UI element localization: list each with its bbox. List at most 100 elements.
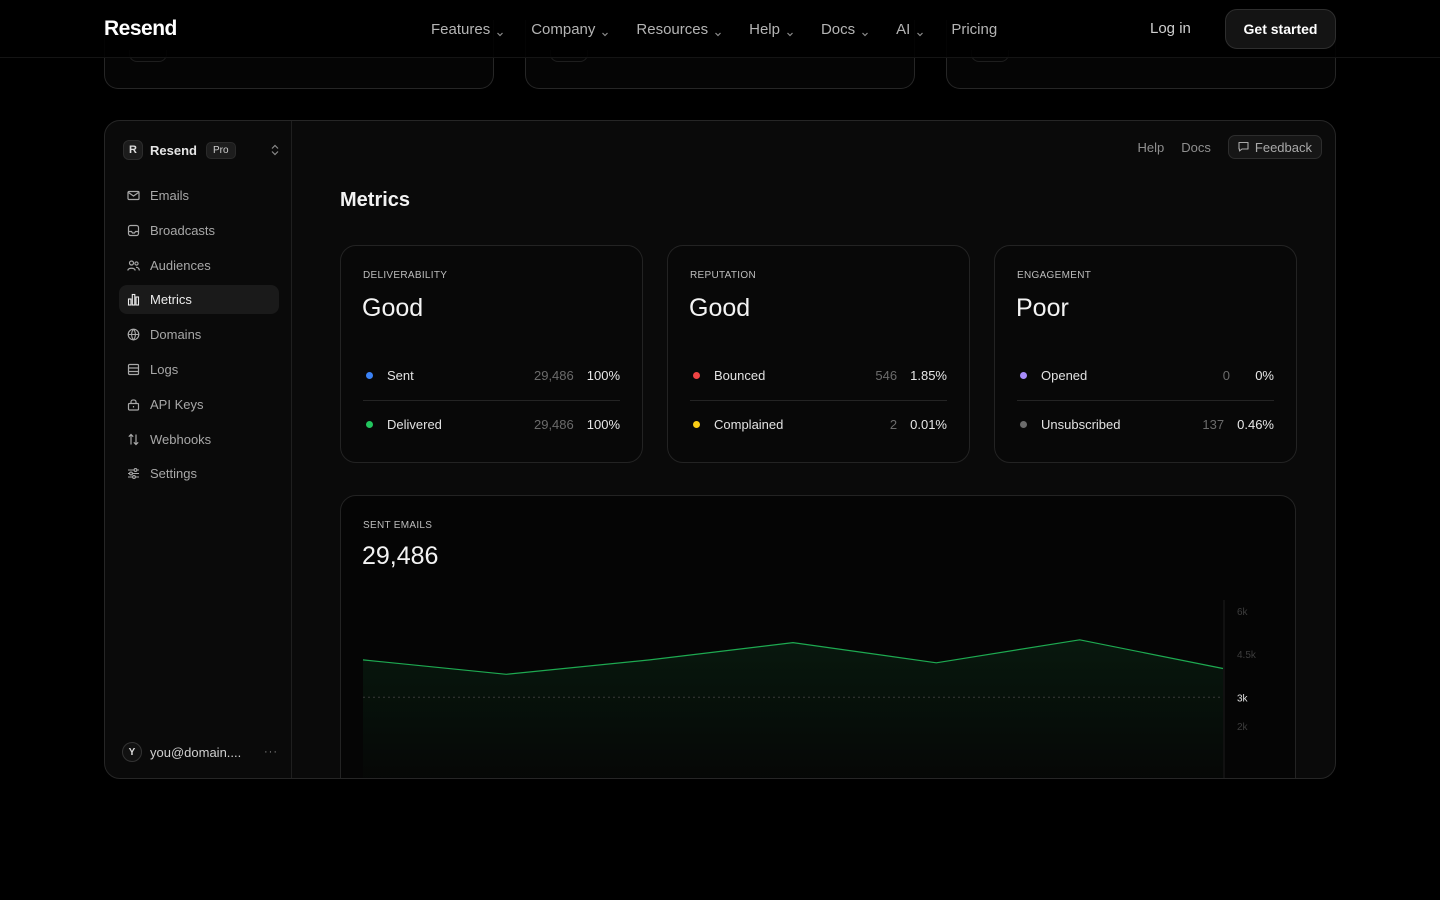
metric-row-unsubscribed: Unsubscribed 137 0.46% bbox=[1017, 412, 1274, 436]
nav-links: Features Company Resources Help Docs AI Pricin… bbox=[431, 0, 1024, 58]
mail-icon bbox=[127, 189, 140, 202]
chevron-down-icon bbox=[861, 25, 869, 37]
sidebar-item-label: Logs bbox=[150, 361, 179, 377]
sidebar-item-audiences[interactable]: Audiences bbox=[119, 251, 279, 280]
metric-card-label: DELIVERABILITY bbox=[363, 270, 448, 281]
chevron-down-icon bbox=[714, 25, 722, 37]
chevron-down-icon bbox=[496, 25, 504, 37]
metric-percent: 0.46% bbox=[1237, 416, 1274, 432]
sliders-icon bbox=[127, 467, 140, 480]
metric-name: Delivered bbox=[387, 416, 442, 432]
metric-name: Opened bbox=[1041, 367, 1088, 383]
nav-link-features[interactable]: Features bbox=[431, 21, 504, 38]
page-title: Metrics bbox=[340, 189, 411, 211]
metric-name: Complained bbox=[714, 416, 784, 432]
metric-count: 546 bbox=[875, 367, 898, 383]
sidebar-item-api-keys[interactable]: API Keys bbox=[119, 390, 279, 419]
help-link[interactable]: Help bbox=[1138, 140, 1165, 155]
lock-icon bbox=[127, 398, 140, 411]
metric-name: Unsubscribed bbox=[1041, 416, 1121, 432]
sidebar-item-domains[interactable]: Domains bbox=[119, 320, 279, 349]
nav-link-docs[interactable]: Docs bbox=[821, 21, 869, 38]
y-tick-label: 4.5k bbox=[1237, 650, 1257, 661]
docs-link[interactable]: Docs bbox=[1181, 140, 1211, 155]
chevron-down-icon bbox=[786, 25, 794, 37]
more-icon[interactable]: ··· bbox=[264, 746, 278, 758]
nav-link-label: Features bbox=[431, 20, 491, 38]
metric-percent: 100% bbox=[586, 416, 620, 432]
metric-row-bounced: Bounced 546 1.85% bbox=[690, 363, 947, 387]
metric-count: 29,486 bbox=[533, 367, 574, 383]
status-dot-icon bbox=[1020, 371, 1027, 379]
nav-link-help[interactable]: Help bbox=[749, 21, 794, 38]
sidebar-item-label: API Keys bbox=[150, 396, 204, 412]
nav-link-label: Help bbox=[749, 20, 780, 38]
plan-badge: Pro bbox=[205, 141, 236, 159]
get-started-button[interactable]: Get started bbox=[1225, 9, 1336, 49]
sidebar-item-label: Broadcasts bbox=[150, 222, 216, 238]
logs-icon bbox=[127, 363, 140, 376]
status-dot-icon bbox=[366, 371, 373, 379]
sidebar-item-label: Webhooks bbox=[150, 431, 212, 447]
nav-link-label: Pricing bbox=[951, 20, 998, 38]
y-tick-label: 2k bbox=[1237, 722, 1249, 733]
sidebar-item-metrics[interactable]: Metrics bbox=[119, 285, 279, 315]
sidebar-item-settings[interactable]: Settings bbox=[119, 459, 279, 488]
broadcast-icon bbox=[127, 224, 140, 237]
status-dot-icon bbox=[693, 371, 700, 379]
feedback-label: Feedback bbox=[1254, 139, 1312, 155]
bar-chart-icon bbox=[127, 293, 140, 306]
metric-card-value: Good bbox=[689, 294, 751, 322]
user-menu[interactable]: Y you@domain.... ··· bbox=[122, 742, 278, 762]
nav-link-ai[interactable]: AI bbox=[896, 21, 924, 38]
metric-name: Bounced bbox=[714, 367, 766, 383]
metric-card-deliverability: DELIVERABILITY Good Sent 29,486 100% Delivere… bbox=[340, 245, 643, 463]
divider bbox=[1017, 400, 1274, 401]
sidebar-item-label: Settings bbox=[150, 466, 197, 482]
metric-card-value: Good bbox=[362, 294, 424, 322]
metric-card-label: ENGAGEMENT bbox=[1017, 270, 1092, 281]
main-content: Help Docs Feedback Metrics DELIVERABILIT… bbox=[292, 121, 1335, 778]
sidebar-item-broadcasts[interactable]: Broadcasts bbox=[119, 216, 279, 245]
avatar: Y bbox=[122, 742, 142, 762]
sidebar-item-emails[interactable]: Emails bbox=[119, 181, 279, 210]
metric-card-label: REPUTATION bbox=[690, 270, 756, 281]
y-tick-label: 6k bbox=[1237, 607, 1249, 618]
nav-link-resources[interactable]: Resources bbox=[636, 21, 722, 38]
chart-area bbox=[363, 639, 1223, 778]
metric-row-sent: Sent 29,486 100% bbox=[363, 363, 620, 387]
sidebar-item-webhooks[interactable]: Webhooks bbox=[119, 425, 279, 454]
metric-name: Sent bbox=[387, 367, 414, 383]
metric-row-delivered: Delivered 29,486 100% bbox=[363, 412, 620, 436]
metric-card-value: Poor bbox=[1016, 294, 1069, 322]
arrows-icon bbox=[127, 433, 140, 446]
metric-row-opened: Opened 0 0% bbox=[1017, 363, 1274, 387]
nav-link-company[interactable]: Company bbox=[531, 21, 609, 38]
divider bbox=[690, 400, 947, 401]
metric-count: 0 bbox=[1222, 367, 1230, 383]
team-name: Resend bbox=[150, 142, 197, 158]
sidebar: R Resend Pro Emails Broadcasts Audiences Me… bbox=[105, 121, 292, 778]
metric-row-complained: Complained 2 0.01% bbox=[690, 412, 947, 436]
top-navigation: Resend Features Company Resources Help Docs A… bbox=[0, 0, 1440, 58]
sidebar-item-label: Emails bbox=[150, 188, 190, 203]
metric-percent: 1.85% bbox=[910, 367, 947, 383]
y-tick-label: 3k bbox=[1237, 693, 1249, 704]
nav-link-pricing[interactable]: Pricing bbox=[951, 21, 997, 38]
nav-link-label: AI bbox=[896, 20, 911, 38]
status-dot-icon bbox=[366, 420, 373, 428]
feedback-button[interactable]: Feedback bbox=[1227, 135, 1322, 159]
sidebar-item-logs[interactable]: Logs bbox=[119, 355, 279, 384]
login-link[interactable]: Log in bbox=[1150, 20, 1191, 37]
nav-link-label: Docs bbox=[820, 20, 856, 38]
sidebar-item-label: Audiences bbox=[150, 257, 211, 273]
nav-link-label: Resources bbox=[636, 20, 709, 38]
metric-card-engagement: ENGAGEMENT Poor Opened 0 0% Unsubscribed 137 0.… bbox=[994, 245, 1297, 463]
resend-logo[interactable]: Resend bbox=[104, 17, 177, 41]
users-icon bbox=[127, 259, 140, 272]
team-switcher[interactable]: R Resend Pro bbox=[123, 138, 279, 162]
sidebar-item-label: Domains bbox=[150, 327, 202, 343]
chevron-up-down-icon bbox=[271, 144, 279, 156]
nav-link-label: Company bbox=[531, 20, 596, 38]
metric-percent: 0% bbox=[1255, 367, 1274, 383]
